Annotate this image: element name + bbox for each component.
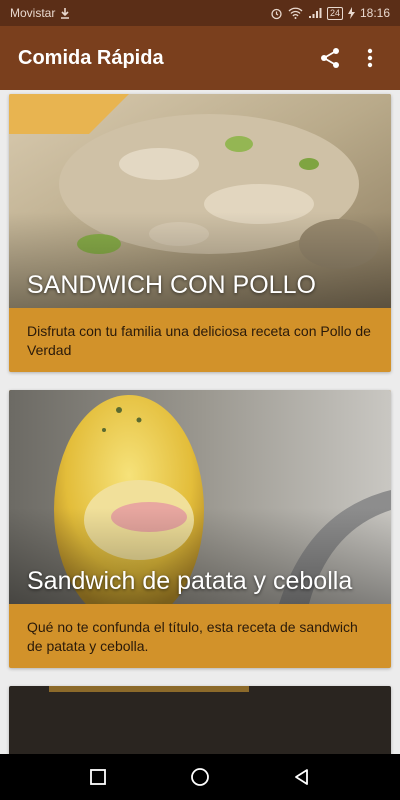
battery-level: 24 (326, 6, 343, 20)
home-button[interactable] (180, 757, 220, 797)
alarm-icon (270, 7, 283, 20)
recipe-description: Disfruta con tu familia una deliciosa re… (27, 323, 371, 358)
status-bar-right: 24 18:16 (270, 6, 390, 20)
signal-icon (308, 7, 322, 19)
app-title: Comida Rápida (18, 46, 164, 69)
share-icon (321, 48, 339, 68)
charging-icon (347, 7, 355, 19)
recents-square-icon (90, 769, 106, 785)
recipe-image-partial (49, 686, 249, 692)
clock-time: 18:16 (359, 6, 390, 20)
home-circle-icon (191, 768, 209, 786)
recipe-card[interactable]: Sandwich de patata y cebolla Qué no te c… (9, 390, 391, 668)
more-vert-icon (367, 48, 373, 68)
recipe-description: Qué no te confunda el título, esta recet… (27, 619, 358, 654)
recipe-image: Sandwich de patata y cebolla (9, 390, 391, 604)
recipe-list[interactable]: SANDWICH CON POLLO Disfruta con tu famil… (0, 90, 400, 754)
wifi-icon (288, 7, 303, 19)
carrier-name: Movistar (10, 6, 56, 20)
recipe-title: SANDWICH CON POLLO (27, 271, 316, 299)
system-nav-bar (0, 754, 400, 800)
more-options-button[interactable] (350, 38, 390, 78)
share-button[interactable] (310, 38, 350, 78)
recipe-card[interactable]: SANDWICH CON POLLO Disfruta con tu famil… (9, 94, 391, 372)
status-bar-left: Movistar (10, 6, 71, 20)
recents-button[interactable] (78, 757, 118, 797)
recipe-card-partial[interactable] (9, 686, 391, 754)
back-button[interactable] (282, 757, 322, 797)
recipe-title: Sandwich de patata y cebolla (27, 567, 353, 595)
back-triangle-icon (295, 769, 308, 785)
download-icon (59, 7, 71, 19)
status-bar: Movistar 24 18:16 (0, 0, 400, 26)
app-bar: Comida Rápida (0, 26, 400, 90)
recipe-image: SANDWICH CON POLLO (9, 94, 391, 308)
